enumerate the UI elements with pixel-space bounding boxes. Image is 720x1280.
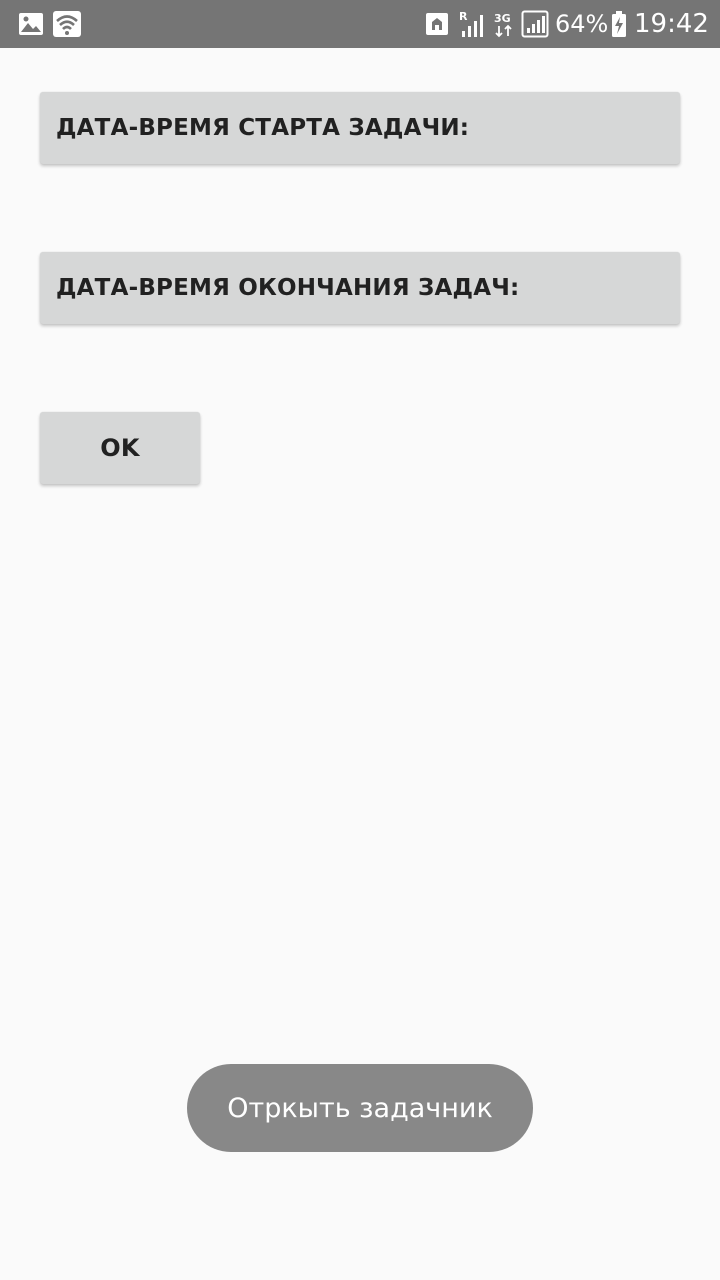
battery-percent: 64% bbox=[555, 10, 609, 38]
battery-charging-icon bbox=[610, 0, 628, 48]
save-indicator-icon bbox=[425, 0, 449, 48]
network-label: 3G bbox=[494, 12, 511, 25]
end-datetime-label: ДАТА-ВРЕМЯ ОКОНЧАНИЯ ЗАДАЧ: bbox=[56, 275, 520, 301]
gallery-icon bbox=[18, 0, 44, 48]
network-3g-icon: 3G bbox=[493, 0, 515, 48]
start-datetime-label: ДАТА-ВРЕМЯ СТАРТА ЗАДАЧИ: bbox=[56, 115, 470, 141]
start-datetime-button[interactable]: ДАТА-ВРЕМЯ СТАРТА ЗАДАЧИ: bbox=[40, 92, 680, 164]
roaming-label: R bbox=[459, 10, 468, 23]
status-time: 19:42 bbox=[634, 9, 709, 39]
ok-button[interactable]: OK bbox=[40, 412, 200, 484]
wifi-icon bbox=[52, 0, 82, 48]
toast-message: Отркыть задачник bbox=[187, 1064, 533, 1152]
end-datetime-button[interactable]: ДАТА-ВРЕМЯ ОКОНЧАНИЯ ЗАДАЧ: bbox=[40, 252, 680, 324]
ok-label: OK bbox=[100, 434, 140, 462]
status-bar: R 3G 64% 19:42 bbox=[0, 0, 720, 48]
toast-text: Отркыть задачник bbox=[227, 1092, 493, 1124]
signal-roaming-icon: R bbox=[458, 0, 486, 48]
signal-strength-icon bbox=[521, 0, 549, 48]
